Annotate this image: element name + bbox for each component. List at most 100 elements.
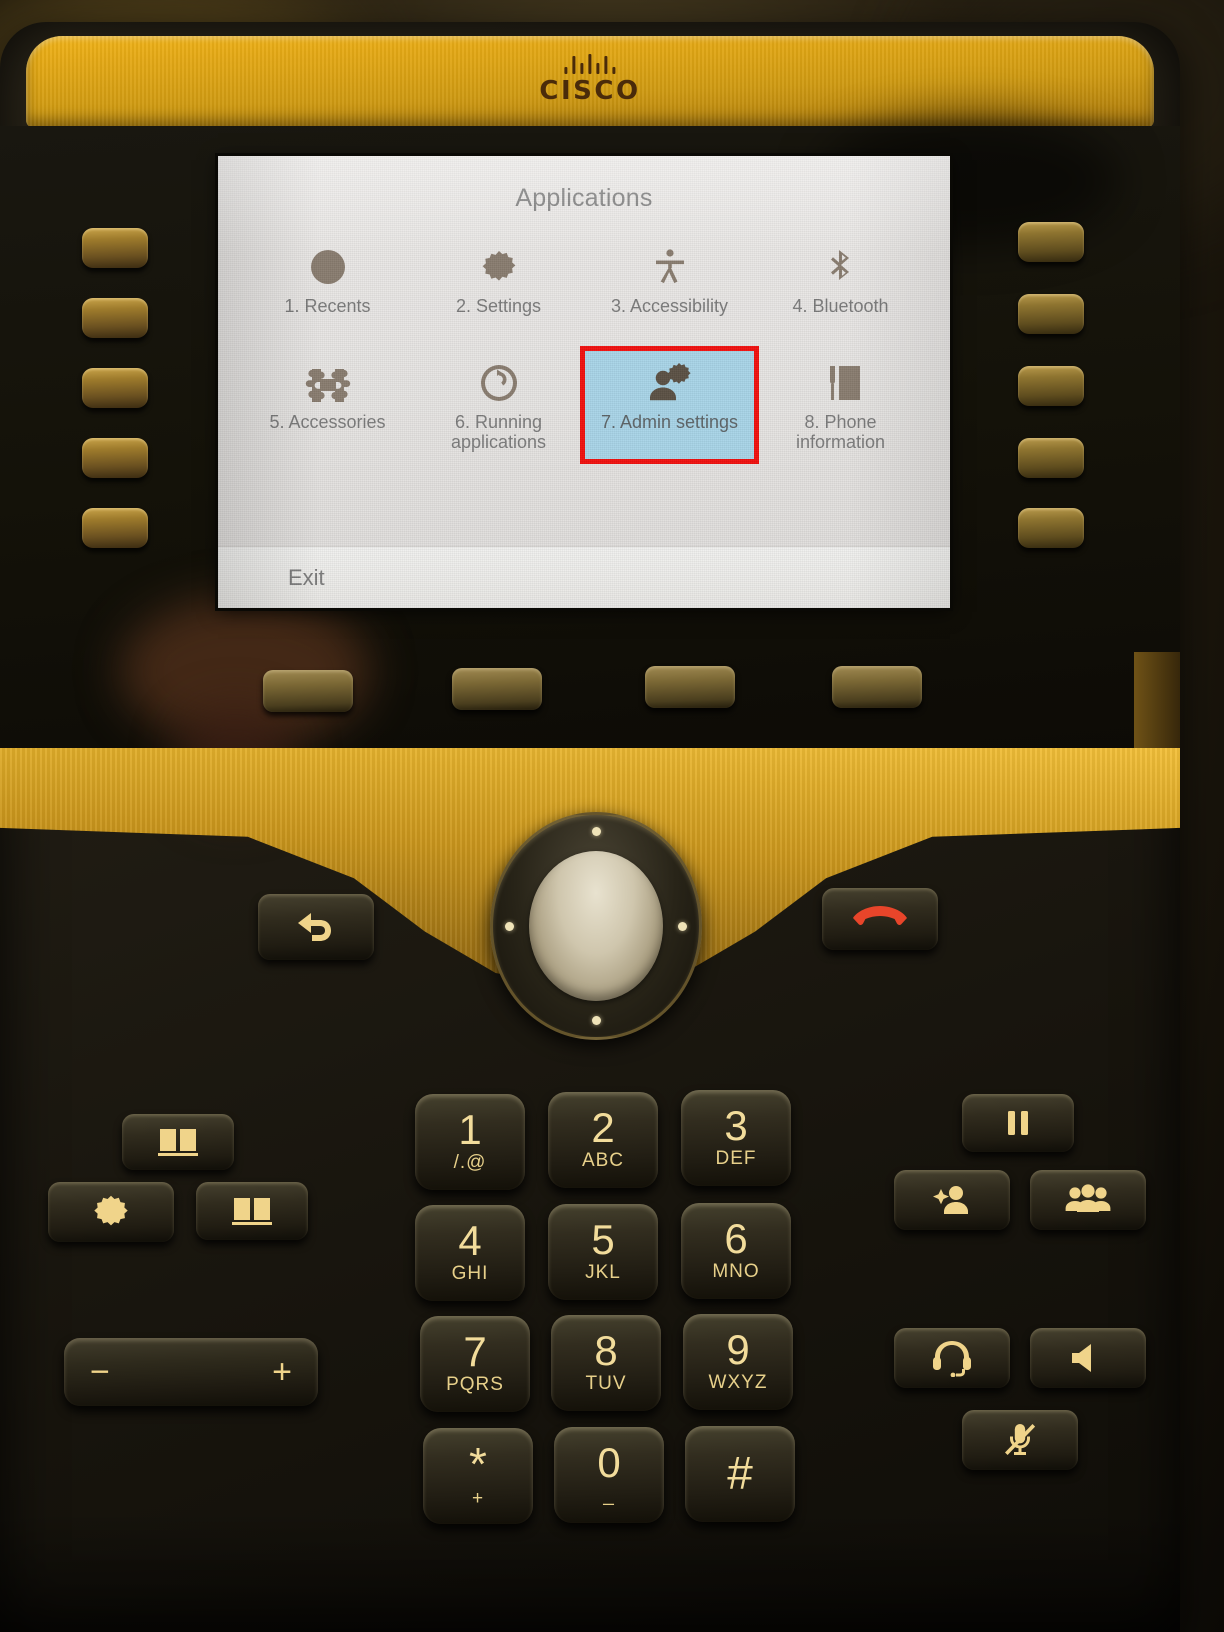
app-tile-label: 2. Settings	[455, 296, 542, 316]
volume-down-icon[interactable]: −	[90, 1355, 110, 1389]
lcd-content: Applications 1. Recents 2. Settings 3. A…	[218, 156, 950, 608]
app-tile-recents[interactable]: 1. Recents	[242, 234, 413, 344]
mute-button[interactable]	[962, 1410, 1078, 1470]
app-tile-bluetooth[interactable]: 4. Bluetooth	[755, 234, 926, 344]
key-sublabel: /.@	[453, 1152, 487, 1173]
key-number: 6	[724, 1215, 748, 1262]
line-button-right-2[interactable]	[1018, 294, 1084, 334]
gear-icon	[477, 244, 521, 290]
line-button-right-3[interactable]	[1018, 366, 1084, 406]
key-sublabel: JKL	[585, 1262, 621, 1283]
accessibility-icon	[648, 244, 692, 290]
cisco-bridge-logo: CISCO	[539, 52, 640, 106]
applications-button[interactable]	[48, 1182, 174, 1242]
app-tile-label: 4. Bluetooth	[792, 296, 889, 316]
select-button[interactable]	[529, 851, 663, 1001]
applications-gear-icon	[94, 1195, 128, 1226]
volume-up-icon[interactable]: +	[272, 1355, 292, 1389]
app-tile-running-applications[interactable]: 6. Running applications	[413, 350, 584, 460]
app-tile-label: 1. Recents	[284, 296, 371, 316]
user-gear-icon	[646, 360, 694, 406]
cisco-bridge-bars	[564, 52, 616, 74]
key-8[interactable]: 8 TUV	[551, 1315, 661, 1411]
key-2[interactable]: 2 ABC	[548, 1092, 658, 1188]
screenshot-root: CISCO Applications 1. Recents 2. Setting…	[0, 0, 1224, 1632]
key-number: 7	[463, 1328, 487, 1375]
nav-left-icon[interactable]	[505, 922, 514, 931]
key-9[interactable]: 9 WXYZ	[683, 1314, 793, 1410]
app-tile-accessibility[interactable]: 3. Accessibility	[584, 234, 755, 344]
app-tile-label: 5. Accessories	[269, 412, 386, 432]
key-sublabel: WXYZ	[708, 1372, 768, 1393]
line-button-right-4[interactable]	[1018, 438, 1084, 478]
app-tile-settings[interactable]: 2. Settings	[413, 234, 584, 344]
line-button-right-5[interactable]	[1018, 508, 1084, 548]
back-button[interactable]	[258, 894, 374, 960]
line-button-left-1[interactable]	[82, 228, 148, 268]
key-number: *	[469, 1438, 487, 1490]
key-3[interactable]: 3 DEF	[681, 1090, 791, 1186]
line-button-left-4[interactable]	[82, 438, 148, 478]
headset-icon	[933, 1341, 971, 1377]
key-sublabel: DEF	[715, 1148, 757, 1169]
phone-lcd-screen: Applications 1. Recents 2. Settings 3. A…	[218, 156, 950, 608]
nav-down-icon[interactable]	[592, 1016, 601, 1025]
app-tile-phone-information[interactable]: 8. Phone information	[755, 350, 926, 460]
end-call-button[interactable]	[822, 888, 938, 950]
softkey-button-2[interactable]	[452, 668, 542, 710]
key-5[interactable]: 5 JKL	[548, 1204, 658, 1300]
key-star[interactable]: * +	[423, 1428, 533, 1524]
page-title: Applications	[515, 184, 653, 212]
directory-button[interactable]	[196, 1182, 308, 1240]
key-4[interactable]: 4 GHI	[415, 1205, 525, 1301]
line-button-left-5[interactable]	[82, 508, 148, 548]
applications-grid: 1. Recents 2. Settings 3. Accessibility …	[242, 234, 926, 464]
phone-info-icon	[818, 360, 864, 406]
back-icon	[298, 913, 331, 941]
softkey-button-1[interactable]	[263, 670, 353, 712]
key-sublabel: _	[603, 1485, 615, 1506]
softkey-button-4[interactable]	[832, 666, 922, 708]
softkey-label-exit[interactable]: Exit	[218, 565, 401, 591]
key-number: 8	[594, 1327, 618, 1374]
headset-button[interactable]	[894, 1328, 1010, 1388]
line-button-right-1[interactable]	[1018, 222, 1084, 262]
key-sublabel: +	[471, 1488, 485, 1509]
cisco-ip-phone: CISCO Applications 1. Recents 2. Setting…	[0, 22, 1180, 1632]
key-pound[interactable]: #	[685, 1426, 795, 1522]
app-tile-label: 8. Phone information	[795, 412, 886, 452]
nav-up-icon[interactable]	[592, 827, 601, 836]
app-tile-accessories[interactable]: 5. Accessories	[242, 350, 413, 460]
key-1[interactable]: 1 /.@	[415, 1094, 525, 1190]
key-sublabel: ABC	[581, 1150, 625, 1171]
bluetooth-icon	[819, 244, 863, 290]
key-6[interactable]: 6 MNO	[681, 1203, 791, 1299]
softkey-button-3[interactable]	[645, 666, 735, 708]
messages-button[interactable]	[122, 1114, 234, 1170]
mute-icon	[1005, 1424, 1036, 1455]
app-tile-label: 6. Running applications	[450, 412, 547, 452]
key-0[interactable]: 0 _	[554, 1427, 664, 1523]
line-button-left-2[interactable]	[82, 298, 148, 338]
key-number: 4	[458, 1217, 482, 1264]
key-7[interactable]: 7 PQRS	[420, 1316, 530, 1412]
volume-rocker[interactable]: − +	[64, 1338, 318, 1406]
clock-icon	[306, 244, 350, 290]
key-number: 1	[458, 1106, 482, 1153]
app-tile-label: 3. Accessibility	[610, 296, 729, 316]
transfer-icon	[933, 1186, 968, 1214]
nav-right-icon[interactable]	[678, 922, 687, 931]
key-number: 5	[591, 1216, 615, 1263]
key-number: 3	[724, 1102, 748, 1149]
speakerphone-button[interactable]	[1030, 1328, 1146, 1388]
app-tile-label: 7. Admin settings	[600, 412, 739, 432]
navigation-ring[interactable]	[490, 812, 702, 1040]
conference-button[interactable]	[1030, 1170, 1146, 1230]
transfer-button[interactable]	[894, 1170, 1010, 1230]
key-sublabel: PQRS	[446, 1374, 504, 1395]
hold-button[interactable]	[962, 1094, 1074, 1152]
messages-icon	[158, 1129, 198, 1156]
app-tile-admin-settings[interactable]: 7. Admin settings	[580, 346, 759, 464]
cisco-wordmark: CISCO	[539, 76, 641, 106]
line-button-left-3[interactable]	[82, 368, 148, 408]
